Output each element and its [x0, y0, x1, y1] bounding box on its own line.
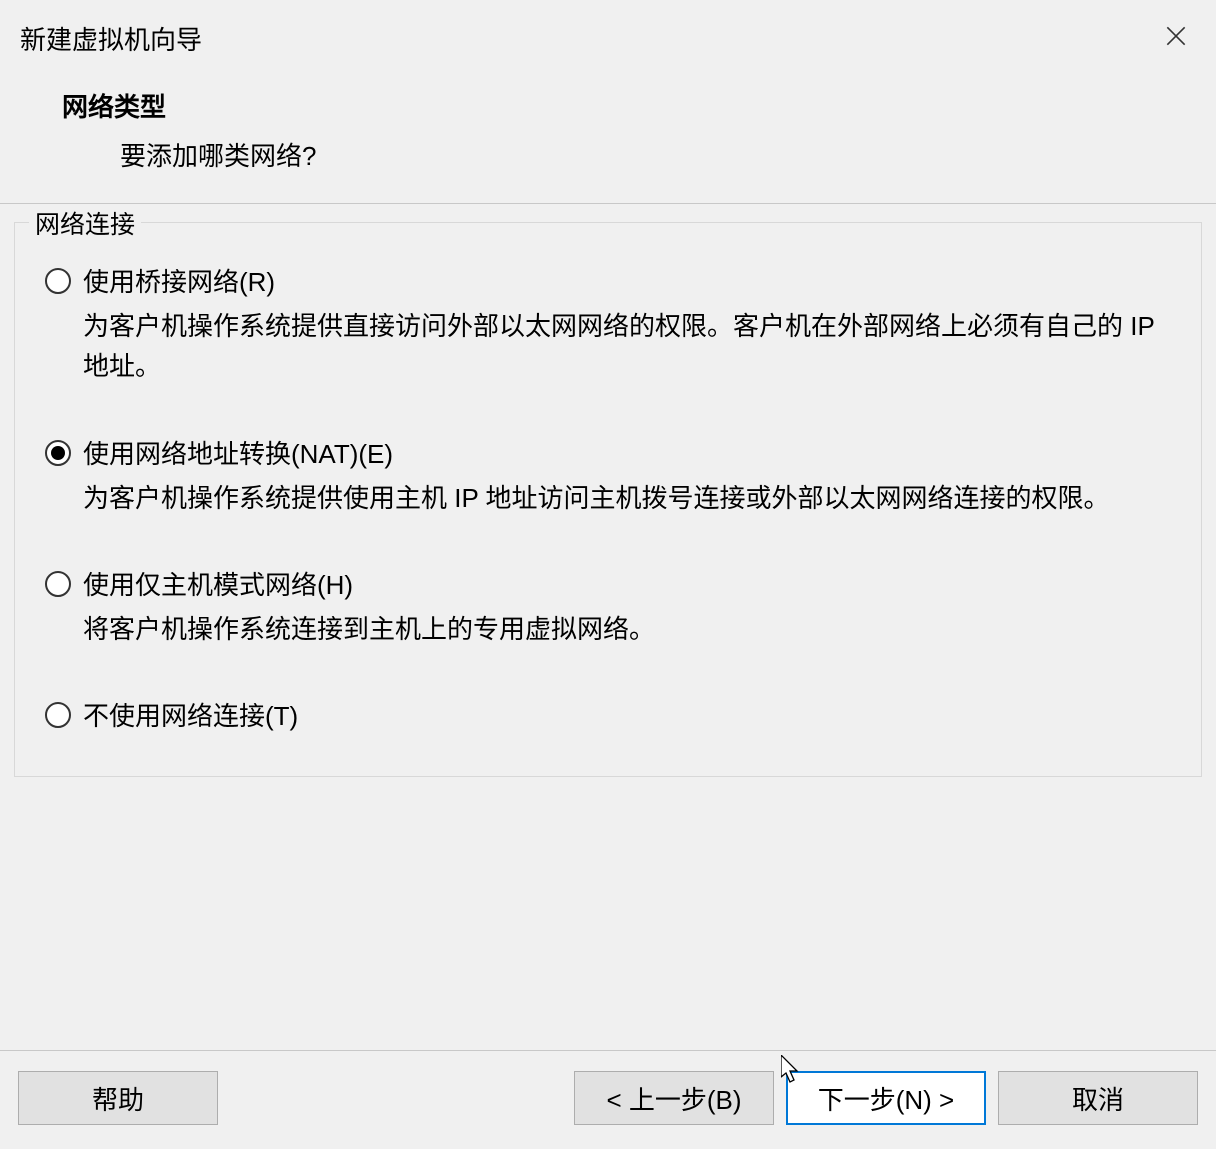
radio-nat[interactable]	[45, 440, 71, 466]
close-icon	[1163, 23, 1189, 49]
group-legend: 网络连接	[29, 205, 141, 241]
next-button[interactable]: 下一步(N) >	[786, 1071, 986, 1125]
network-connection-group: 网络连接 使用桥接网络(R) 为客户机操作系统提供直接访问外部以太网网络的权限。…	[14, 222, 1202, 777]
close-button[interactable]	[1156, 16, 1196, 56]
back-button[interactable]: < 上一步(B)	[574, 1071, 774, 1125]
option-none-label[interactable]: 不使用网络连接(T)	[83, 697, 1171, 736]
option-bridged-desc: 为客户机操作系统提供直接访问外部以太网网络的权限。客户机在外部网络上必须有自己的…	[83, 306, 1171, 387]
radio-none[interactable]	[45, 702, 71, 728]
option-hostonly[interactable]: 使用仅主机模式网络(H) 将客户机操作系统连接到主机上的专用虚拟网络。	[45, 566, 1171, 649]
option-nat-desc: 为客户机操作系统提供使用主机 IP 地址访问主机拨号连接或外部以太网网络连接的权…	[83, 478, 1171, 518]
option-nat-label[interactable]: 使用网络地址转换(NAT)(E)	[83, 435, 1171, 474]
option-bridged[interactable]: 使用桥接网络(R) 为客户机操作系统提供直接访问外部以太网网络的权限。客户机在外…	[45, 263, 1171, 387]
radio-hostonly[interactable]	[45, 571, 71, 597]
option-hostonly-desc: 将客户机操作系统连接到主机上的专用虚拟网络。	[83, 609, 1171, 649]
page-subtitle: 要添加哪类网络?	[120, 136, 1156, 173]
footer: 帮助 < 上一步(B) 下一步(N) > 取消	[0, 1050, 1216, 1149]
radio-bridged[interactable]	[45, 268, 71, 294]
page-title: 网络类型	[62, 87, 1156, 124]
option-hostonly-label[interactable]: 使用仅主机模式网络(H)	[83, 566, 1171, 605]
option-nat[interactable]: 使用网络地址转换(NAT)(E) 为客户机操作系统提供使用主机 IP 地址访问主…	[45, 435, 1171, 518]
cancel-button[interactable]: 取消	[998, 1071, 1198, 1125]
help-button[interactable]: 帮助	[18, 1071, 218, 1125]
wizard-title: 新建虚拟机向导	[20, 20, 1156, 57]
option-bridged-label[interactable]: 使用桥接网络(R)	[83, 263, 1171, 302]
option-none[interactable]: 不使用网络连接(T)	[45, 697, 1171, 736]
